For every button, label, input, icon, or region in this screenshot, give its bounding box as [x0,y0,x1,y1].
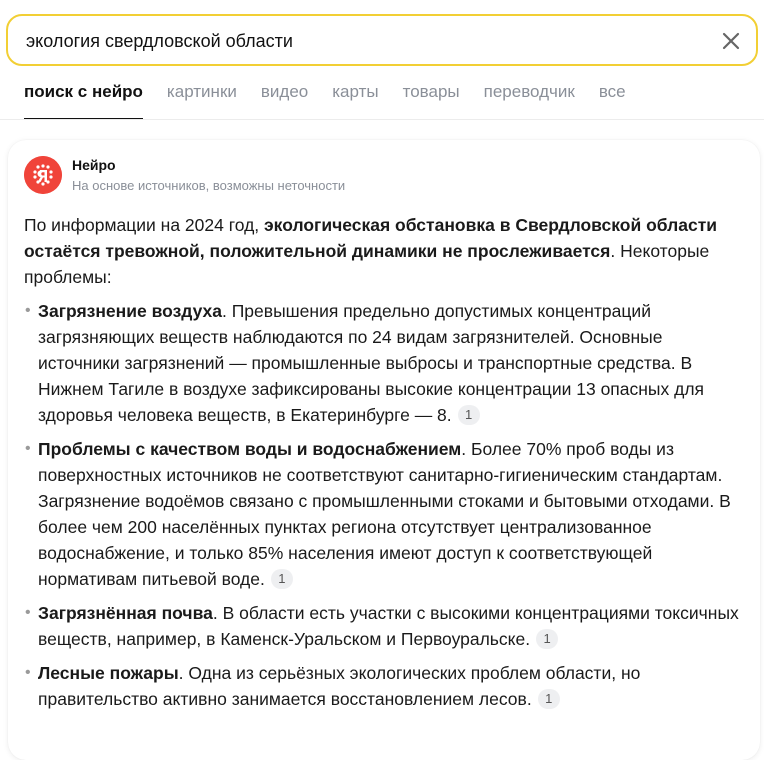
citation-badge[interactable]: 1 [537,689,560,709]
tab-neuro-search[interactable]: поиск с нейро [24,82,143,120]
item-text: . Более 70% проб воды из поверхностных и… [38,439,731,589]
search-box[interactable] [6,14,758,66]
item-title: Проблемы с качеством воды и водоснабжени… [38,439,462,459]
tab-all[interactable]: все [599,82,626,118]
answer-content: По информации на 2024 год, экологическая… [24,212,744,720]
item-title: Лесные пожары [38,663,179,683]
citation-badge[interactable]: 1 [270,569,293,589]
tabs-divider [0,119,764,120]
search-tabs: поиск с нейро картинки видео карты товар… [24,82,650,120]
clear-search-icon[interactable] [718,28,744,54]
bullet: • [25,604,31,621]
list-item: • Проблемы с качеством воды и водоснабже… [24,436,744,592]
bullet: • [25,664,31,681]
tab-goods[interactable]: товары [403,82,460,118]
search-input[interactable] [26,28,706,54]
tab-maps[interactable]: карты [332,82,378,118]
answer-intro: По информации на 2024 год, экологическая… [24,215,718,287]
list-item: • Загрязнённая почва. В области есть уча… [24,600,744,652]
tab-video[interactable]: видео [261,82,308,118]
bullet: • [25,302,31,319]
neuro-answer-card: Нейро На основе источников, возможны нет… [8,140,760,760]
list-item: • Лесные пожары. Одна из серьёзных эколо… [24,660,744,712]
list-item: • Загрязнение воздуха. Превышения предел… [24,298,744,428]
citation-badge[interactable]: 1 [457,405,480,425]
neuro-logo-icon [24,156,62,194]
bullet: • [25,440,31,457]
tab-images[interactable]: картинки [167,82,237,118]
citation-badge[interactable]: 1 [536,629,559,649]
tab-translator[interactable]: переводчик [484,82,575,118]
source-name: Нейро [72,157,116,173]
source-disclaimer: На основе источников, возможны неточност… [72,178,346,193]
item-title: Загрязнённая почва [38,603,213,623]
item-title: Загрязнение воздуха [38,301,222,321]
